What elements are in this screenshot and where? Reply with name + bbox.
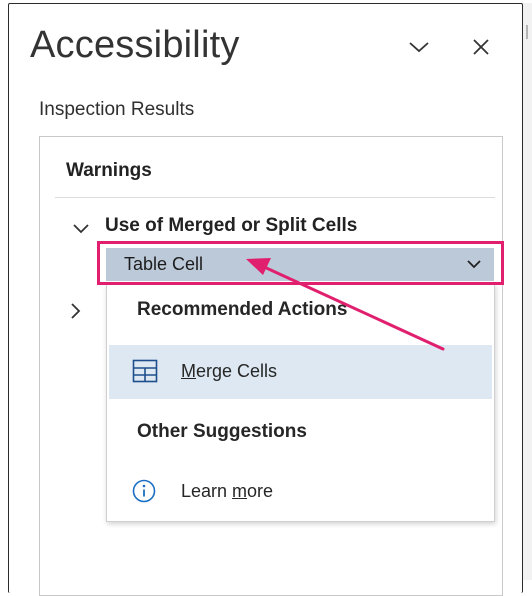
chevron-right-icon xyxy=(71,303,81,319)
scrollbar-strip xyxy=(523,3,532,580)
issue-expander[interactable] xyxy=(72,222,90,240)
learn-more-menu-item[interactable]: Learn more xyxy=(109,465,492,519)
merge-cells-label: Merge Cells xyxy=(181,361,278,381)
recommended-actions-heading: Recommended Actions xyxy=(137,299,348,320)
close-icon xyxy=(473,39,489,55)
table-grid-icon xyxy=(132,359,158,383)
chevron-down-icon xyxy=(467,260,481,269)
merge-cells-menu-item[interactable]: Merge Cells xyxy=(109,345,492,399)
pane-title: Accessibility xyxy=(30,24,240,66)
section-divider xyxy=(55,197,495,198)
chevron-down-icon xyxy=(73,224,89,234)
collapse-pane-button[interactable] xyxy=(404,32,434,62)
warnings-heading: Warnings xyxy=(66,160,152,181)
issue-merged-split-cells[interactable]: Use of Merged or Split Cells xyxy=(105,215,357,237)
close-pane-button[interactable] xyxy=(466,32,496,62)
other-suggestions-heading: Other Suggestions xyxy=(137,421,307,442)
chevron-down-icon xyxy=(409,42,429,53)
collapsed-issue-expander[interactable] xyxy=(70,302,82,325)
context-menu: Recommended Actions Merge Cells Other Su… xyxy=(106,284,495,522)
scrollbar-mark xyxy=(526,25,528,39)
info-icon xyxy=(132,479,156,503)
inspection-results-label: Inspection Results xyxy=(39,99,195,120)
learn-more-label: Learn more xyxy=(181,481,274,501)
table-cell-dropdown[interactable]: Table Cell xyxy=(106,248,494,281)
dropdown-selected-value: Table Cell xyxy=(124,254,204,274)
